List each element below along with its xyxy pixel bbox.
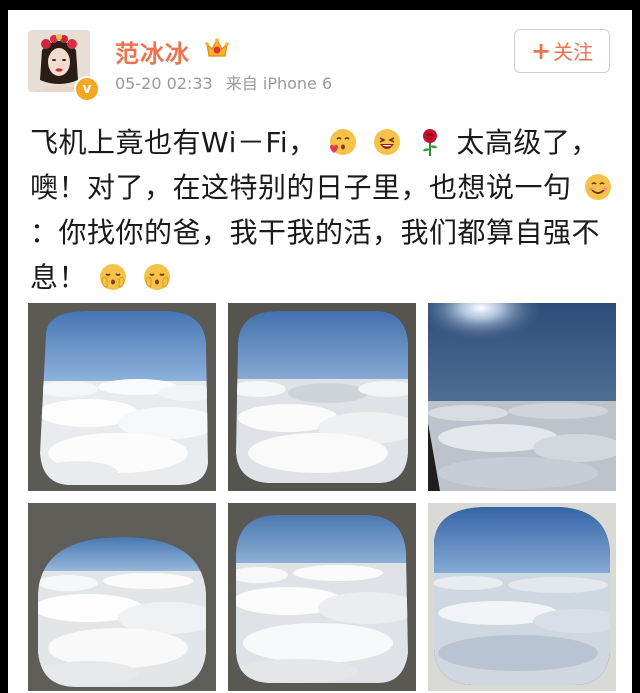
airplane-window-photo-1[interactable] <box>28 303 216 491</box>
screenshot-frame: v 范冰冰 05-20 02:33 来自 iPhone 6 + 关注 飞机上竟也有… <box>0 0 640 693</box>
follow-label: 关注 <box>553 40 594 64</box>
blush-emoji <box>143 264 170 290</box>
verified-badge: v <box>74 76 100 102</box>
post-text-segment-1: 飞机上竟也有Wi－Fi， <box>30 126 317 159</box>
plus-icon: + <box>530 37 552 65</box>
airplane-window-photo-6[interactable] <box>428 503 616 691</box>
rose-emoji <box>422 129 437 156</box>
smile-emoji <box>584 174 611 200</box>
post-source[interactable]: 来自 iPhone 6 <box>226 74 332 93</box>
airplane-window-photo-5[interactable] <box>228 503 416 691</box>
username[interactable]: 范冰冰 <box>115 34 190 69</box>
airplane-window-photo-2[interactable] <box>228 303 416 491</box>
kiss-heart-emoji <box>330 129 357 155</box>
weibo-post-card: v 范冰冰 05-20 02:33 来自 iPhone 6 + 关注 飞机上竟也有… <box>8 10 632 693</box>
laugh-emoji <box>373 129 400 155</box>
post-meta: 05-20 02:33 来自 iPhone 6 <box>115 70 340 94</box>
crown-vip-icon[interactable] <box>204 36 230 60</box>
avatar-wrapper[interactable]: v <box>28 30 100 102</box>
blush-emoji <box>100 264 127 290</box>
airplane-window-photo-3[interactable] <box>428 303 616 491</box>
airplane-window-photo-4[interactable] <box>28 503 216 691</box>
post-body: 飞机上竟也有Wi－Fi， 太高级了，噢！对了，在这特别的日子里，也想说一句 ：你… <box>30 120 616 300</box>
follow-button[interactable]: + 关注 <box>514 29 610 73</box>
post-timestamp: 05-20 02:33 <box>115 74 213 93</box>
